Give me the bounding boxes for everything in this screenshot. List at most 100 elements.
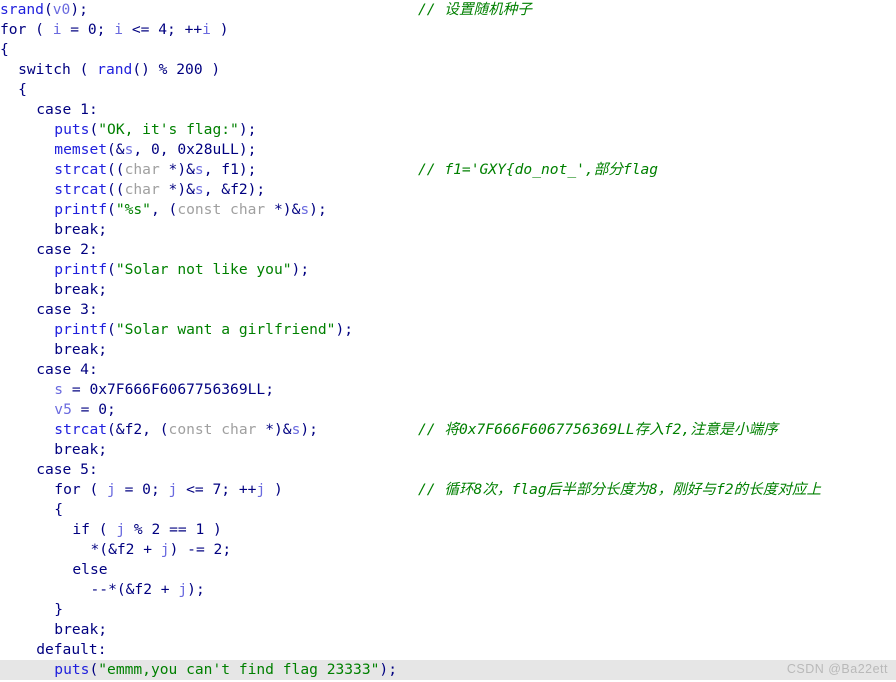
code-line[interactable]: printf("Solar not like you"); — [0, 260, 896, 280]
code-line[interactable]: else — [0, 560, 896, 580]
code-token-punct: ); — [335, 321, 354, 338]
code-token-var: v5 — [54, 401, 72, 418]
code-token-num: 4 — [158, 21, 167, 38]
code-token-num: 0 — [98, 401, 108, 418]
code-token-punct: ) -= — [169, 541, 214, 558]
code-line-text: *(&f2 + j) -= 2; — [0, 540, 232, 560]
code-token-num: 1 — [195, 521, 205, 538]
code-line-text: s = 0x7F666F6067756369LL; — [0, 380, 274, 400]
code-line[interactable]: puts("OK, it's flag:"); — [0, 120, 896, 140]
code-line[interactable]: break; — [0, 440, 896, 460]
code-line-text: printf("Solar want a girlfriend"); — [0, 320, 353, 340]
code-token-func: strcat — [54, 181, 108, 198]
code-token-str: "OK, it's flag:" — [98, 121, 239, 138]
code-line-text: break; — [0, 280, 107, 300]
code-line-text: --*(&f2 + j); — [0, 580, 205, 600]
code-token-punct: ); — [70, 1, 88, 18]
code-line[interactable]: case 2: — [0, 240, 896, 260]
code-line[interactable]: switch ( rand() % 200 ) — [0, 60, 896, 80]
code-token-kw: case — [36, 241, 72, 258]
code-line[interactable]: case 1: — [0, 100, 896, 120]
code-token-punct: ( — [107, 321, 116, 338]
code-token-punct — [71, 101, 80, 118]
code-line[interactable]: case 3: — [0, 300, 896, 320]
code-line-text: { — [0, 500, 63, 520]
code-token-num: 0x28uLL — [177, 141, 239, 158]
code-line[interactable]: } — [0, 600, 896, 620]
code-line-text: break; — [0, 220, 107, 240]
code-token-var: j — [107, 481, 116, 498]
code-line-text: printf("%s", (const char *)&s); — [0, 200, 327, 220]
code-token-var: i — [52, 21, 62, 38]
code-token-punct: (&f2, ( — [107, 421, 169, 438]
code-token-var: i — [114, 21, 124, 38]
code-token-type: char — [124, 161, 160, 178]
code-line[interactable]: break; — [0, 280, 896, 300]
code-token-punct: ); — [300, 421, 318, 438]
code-token-kw: for — [54, 481, 81, 498]
code-token-var: v0 — [52, 1, 71, 18]
code-line[interactable]: strcat(&f2, (const char *)&s); // 将0x7F66… — [0, 420, 896, 440]
code-line-text: case 3: — [0, 300, 98, 320]
code-line-list[interactable]: srand(v0);// 设置随机种子 for ( i = 0; i <= 4; … — [0, 0, 896, 680]
code-token-kw: case — [36, 461, 72, 478]
code-token-punct: % — [125, 521, 152, 538]
code-token-punct: * — [265, 421, 274, 438]
code-line[interactable]: { — [0, 500, 896, 520]
code-line-text: { — [0, 80, 27, 100]
code-token-num: 2 — [213, 541, 223, 558]
code-token-punct: ); — [291, 261, 310, 278]
code-line[interactable]: { — [0, 80, 896, 100]
code-token-var: j — [256, 481, 266, 498]
code-token-punct: ; — [98, 621, 108, 638]
code-token-var: s — [194, 181, 204, 198]
code-line[interactable]: s = 0x7F666F6067756369LL; — [0, 380, 896, 400]
code-token-num: 5 — [80, 461, 89, 478]
code-line[interactable]: puts("emmm,you can't find flag 23333"); — [0, 660, 896, 680]
code-line[interactable]: case 5: — [0, 460, 896, 480]
code-line[interactable]: break; — [0, 340, 896, 360]
code-line[interactable]: v5 = 0; — [0, 400, 896, 420]
code-line[interactable]: *(&f2 + j) -= 2; — [0, 540, 896, 560]
code-token-punct: ); — [309, 201, 327, 218]
code-token-punct: : — [97, 641, 107, 658]
code-comment: // 将0x7F666F6067756369LL存入f2,注意是小端序 — [418, 421, 778, 438]
code-token-punct — [71, 361, 80, 378]
code-line[interactable]: printf("Solar want a girlfriend"); — [0, 320, 896, 340]
code-line[interactable]: for ( i = 0; i <= 4; ++i ) — [0, 20, 896, 40]
code-line[interactable]: --*(&f2 + j); — [0, 580, 896, 600]
code-line[interactable]: srand(v0); // 设置随机种子 — [0, 0, 896, 20]
code-token-num: 0 — [142, 481, 151, 498]
code-token-type: const char — [177, 201, 266, 218]
code-token-punct: ; — [98, 441, 108, 458]
code-token-type — [160, 161, 169, 178]
code-line-text: printf("Solar not like you"); — [0, 260, 309, 280]
code-token-punct: , f1); — [203, 161, 257, 178]
code-line[interactable]: printf("%s", (const char *)&s); — [0, 200, 896, 220]
code-token-kw: if — [72, 521, 90, 538]
pseudocode-view[interactable]: srand(v0);// 设置随机种子 for ( i = 0; i <= 4; … — [0, 0, 896, 682]
code-line-text: puts("OK, it's flag:"); — [0, 120, 256, 140]
code-token-punct: * — [274, 201, 283, 218]
code-line[interactable]: strcat((char *)&s, f1); // f1='GXY{do_not… — [0, 160, 896, 180]
code-token-punct: ) — [204, 521, 222, 538]
code-token-type — [160, 181, 169, 198]
code-line[interactable]: break; — [0, 220, 896, 240]
code-token-num: 0 — [87, 21, 97, 38]
code-line[interactable]: default: — [0, 640, 896, 660]
code-line[interactable]: { — [0, 40, 896, 60]
code-token-var: i — [202, 21, 211, 38]
code-line-text: for ( i = 0; i <= 4; ++i ) — [0, 20, 229, 40]
code-line[interactable]: strcat((char *)&s, &f2); — [0, 180, 896, 200]
code-token-func: srand — [0, 1, 44, 18]
code-token-kw: break — [54, 621, 99, 638]
code-token-type: char — [124, 181, 160, 198]
code-token-punct: () % — [132, 61, 177, 78]
code-line[interactable]: case 4: — [0, 360, 896, 380]
code-line[interactable]: break; — [0, 620, 896, 640]
code-token-punct: = — [115, 481, 143, 498]
code-line[interactable]: for ( j = 0; j <= 7; ++j ) // 循环8次，flag后半… — [0, 480, 896, 500]
code-line[interactable]: if ( j % 2 == 1 ) — [0, 520, 896, 540]
code-line[interactable]: memset(&s, 0, 0x28uLL); — [0, 140, 896, 160]
code-token-var: s — [54, 381, 64, 398]
